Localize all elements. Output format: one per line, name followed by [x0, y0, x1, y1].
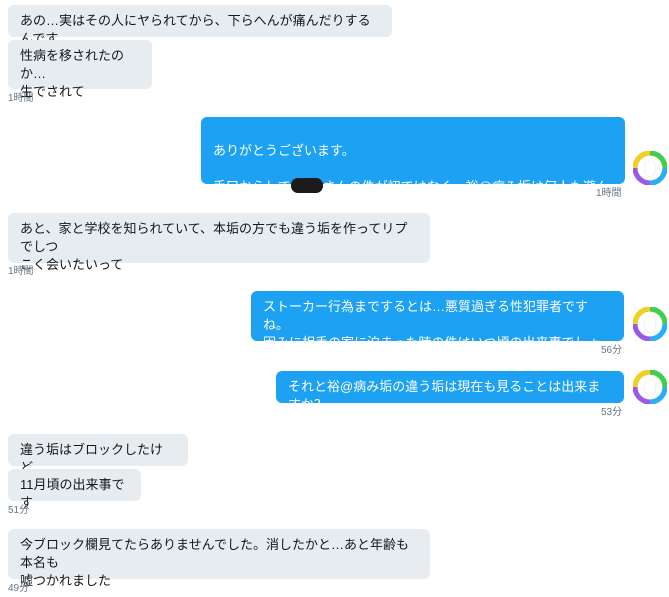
rainbow-ring-egg-avatar-icon — [633, 151, 667, 185]
message-timestamp: 1時間 — [8, 266, 34, 277]
sent-message[interactable]: ストーカー行為までするとは…悪質過ぎる性犯罪者ですね。 因みに相手の家に泊まった… — [251, 291, 624, 368]
message-timestamp: 49分 — [8, 583, 30, 594]
received-message[interactable]: あの…実はその人にヤられてから、下らへんが痛んだりするんです — [8, 5, 392, 46]
received-message[interactable]: 11月頃の出来事です — [8, 469, 141, 510]
message-line: 手口からして — [213, 179, 291, 194]
message-timestamp: 1時間 — [596, 188, 622, 199]
avatar[interactable] — [633, 151, 667, 185]
message-timestamp: 51分 — [8, 505, 30, 516]
avatar[interactable] — [633, 307, 667, 341]
message-line: ありがとうございます。 — [213, 143, 355, 158]
received-message[interactable]: あと、家と学校を知られていて、本垢の方でも違う垢を作ってリプでしつ こく会いたい… — [8, 213, 430, 272]
received-message[interactable]: 性病を移されたのか… 生でされて — [8, 40, 152, 99]
message-timestamp: 53分 — [601, 407, 623, 418]
message-timestamp: 1時間 — [8, 93, 34, 104]
received-message[interactable]: 違う垢はブロックしたけど… — [8, 434, 188, 475]
message-timestamp: 56分 — [601, 345, 623, 356]
rainbow-ring-egg-avatar-icon — [633, 370, 667, 404]
redacted-name — [290, 178, 323, 193]
sent-message[interactable]: それと裕@病み垢の違う垢は現在も見ることは出来ますか？ — [276, 371, 624, 412]
rainbow-ring-egg-avatar-icon — [633, 307, 667, 341]
sent-message[interactable]: ありがとうございます。 手口からして さんの件が初ではなく、裕@病み垢は何人も遊ん… — [201, 117, 625, 248]
avatar[interactable] — [633, 370, 667, 404]
received-message[interactable]: 今ブロック欄見てたらありませんでした。消したかと…あと年齢も本名も 嘘つかれまし… — [8, 529, 430, 588]
